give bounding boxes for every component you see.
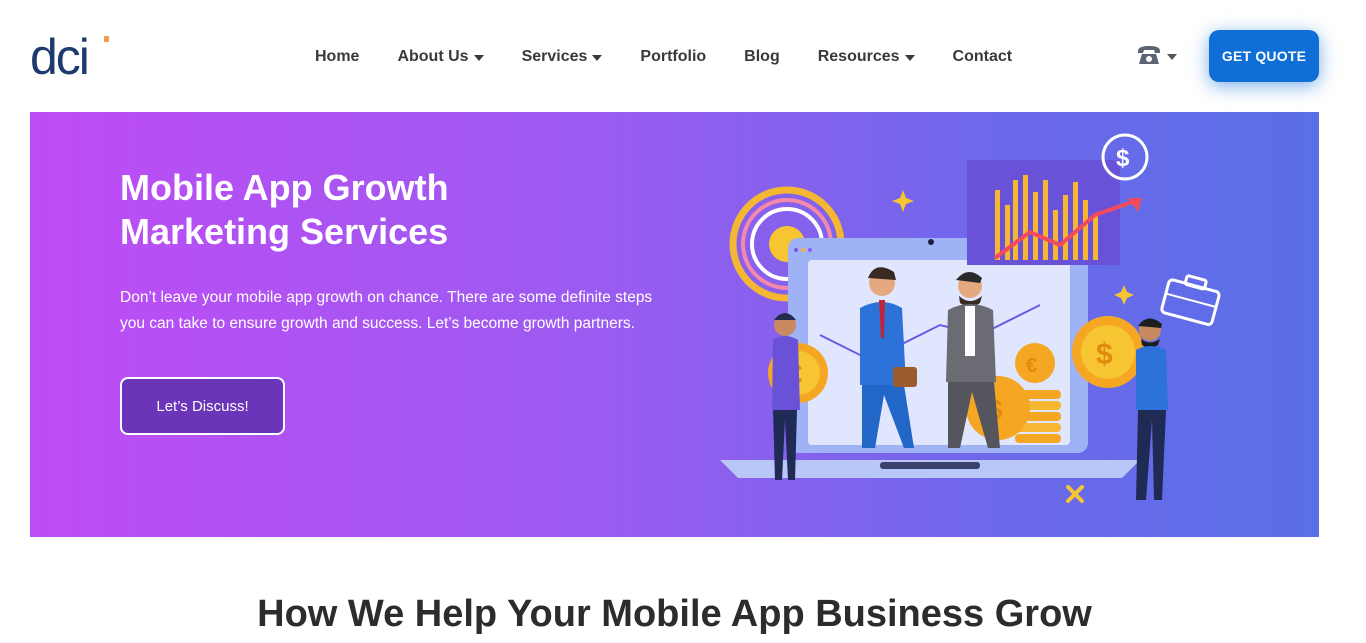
phone-icon [1138,46,1160,64]
window-dot [808,248,812,252]
dollar-symbol-right: $ [1096,338,1113,371]
logo-dot [104,36,109,42]
phone-dropdown[interactable] [1136,44,1177,66]
nav-services[interactable]: Services [503,48,622,66]
nav-home[interactable]: Home [296,48,378,66]
nav-contact-label: Contact [952,48,1013,65]
window-dot [801,248,805,252]
nav-resources-label: Resources [817,48,900,65]
get-quote-button[interactable]: GET QUOTE [1209,30,1319,82]
nav-portfolio[interactable]: Portfolio [621,48,725,66]
cross-icon [1066,485,1084,503]
caret-down-icon [473,54,484,61]
sparkle-icon [892,190,914,212]
nav-portfolio-label: Portfolio [640,48,707,65]
hero-description: Don’t leave your mobile app growth on ch… [120,289,653,332]
window-dot [794,248,798,252]
nav-home-label: Home [315,48,360,65]
lets-discuss-button[interactable]: Let’s Discuss! [120,377,285,435]
hero-banner: Mobile App Growth Marketing Services Don… [30,112,1319,537]
nav-services-label: Services [521,48,588,65]
sparkle-icon [1114,285,1134,305]
nav-resources[interactable]: Resources [799,48,934,66]
nav-about-us-label: About Us [397,48,469,65]
hero-title-line2: Marketing Services [120,211,449,252]
dollar-badge-symbol: $ [1116,145,1130,172]
caret-down-icon [592,54,603,61]
laptop-trackpad [880,462,980,469]
dci-logo[interactable]: dci [30,33,112,79]
nav-blog[interactable]: Blog [725,48,799,66]
nav-about-us[interactable]: About Us [378,48,502,66]
caret-down-icon [904,54,915,61]
hero-title-line1: Mobile App Growth [120,167,449,208]
section-title: How We Help Your Mobile App Business Gro… [257,593,1092,635]
nav-blog-label: Blog [744,48,780,65]
chevron-down-icon [1167,54,1177,60]
euro-symbol-small: € [1026,355,1037,377]
logo-text: dci [30,33,88,79]
briefcase-icon [1160,274,1221,326]
trend-arrow-head [1128,198,1142,212]
hero-title: Mobile App Growth Marketing Services [120,166,600,254]
site-header: dci Home About Us Services Portfolio Blo… [0,0,1366,112]
main-nav: Home About Us Services Portfolio Blog Re… [296,40,1031,74]
nav-contact[interactable]: Contact [934,48,1032,66]
growth-marketing-illustration: $ € € $ $ [720,133,1221,503]
laptop-camera [928,239,934,245]
